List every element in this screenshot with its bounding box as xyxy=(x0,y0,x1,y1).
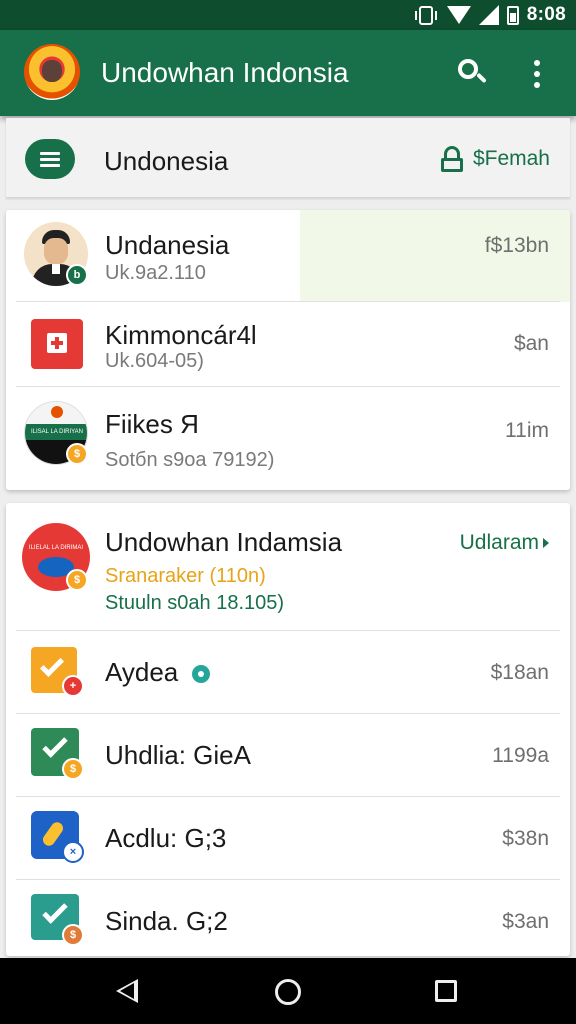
app-bar: Undowhan Indonsia xyxy=(0,30,576,116)
list-item[interactable]: ILISAL LA DIRIYAN $ Fiikes Я Sotбn s9oa … xyxy=(6,387,570,490)
filter-action-label: $Femah xyxy=(472,147,550,170)
list-item[interactable]: + Aydea $18an xyxy=(6,631,570,714)
list-item[interactable]: $ Sinda. G;2 $3an xyxy=(6,880,570,956)
item-title: Fiikes Я xyxy=(105,409,199,439)
item-amount: 11im xyxy=(505,419,549,442)
tools-badge: × xyxy=(62,841,84,863)
app-logo xyxy=(24,44,80,100)
list-item[interactable]: b Undanesia Uk.9a2.110 f$13bn xyxy=(6,210,570,302)
status-bar: 8:08 xyxy=(0,0,576,30)
transaction-list-card: ILIELAL LA DIRIMAI $ Undowhan Indamsia S… xyxy=(6,503,570,956)
medical-icon xyxy=(31,319,83,369)
item-title: Kimmoncár4l xyxy=(105,320,257,350)
menu-button[interactable] xyxy=(25,139,75,179)
search-icon xyxy=(458,59,478,79)
filter-action-button[interactable]: $Femah xyxy=(440,146,550,172)
list-item[interactable]: × Acdlu: G;3 $38n xyxy=(6,797,570,880)
item-amount: 1199a xyxy=(492,744,549,767)
item-title: Acdlu: G;3 xyxy=(105,823,227,853)
item-title: Sinda. G;2 xyxy=(105,906,228,936)
item-subtitle: Sotбn s9oa 79192) xyxy=(105,449,275,471)
item-title: Uhdlia: GieA xyxy=(105,740,251,770)
wifi-icon xyxy=(446,6,471,24)
coin-badge: $ xyxy=(66,569,88,591)
signal-icon xyxy=(478,5,499,25)
filter-title: Undonesia xyxy=(104,146,229,176)
list-item[interactable]: ILIELAL LA DIRIMAI $ Undowhan Indamsia S… xyxy=(6,503,570,631)
item-title: Undowhan Indamsia xyxy=(105,527,343,557)
item-detail: Stuuln s0ah 18.105) xyxy=(105,592,285,614)
item-subtitle: Uk.9a2.110 xyxy=(105,262,206,284)
item-title: Aydea xyxy=(105,657,179,687)
more-options-button[interactable] xyxy=(524,56,552,92)
list-item[interactable]: Kimmoncár4l Uk.604-05) $an xyxy=(6,302,570,387)
status-time: 8:08 xyxy=(526,4,566,25)
battery-icon xyxy=(506,5,519,25)
item-status: Udlaram xyxy=(460,531,549,555)
coin-badge: $ xyxy=(62,758,84,780)
back-button[interactable] xyxy=(116,979,138,1003)
system-navigation-bar xyxy=(0,958,576,1024)
item-subtitle: Sranaraker (110n) xyxy=(105,565,266,587)
filter-bar: Undonesia $Femah xyxy=(6,118,570,198)
item-amount: $an xyxy=(513,332,549,355)
item-amount: f$13bn xyxy=(484,234,549,257)
app-title: Undowhan Indonsia xyxy=(101,57,349,88)
item-subtitle: Uk.604-05) xyxy=(105,350,204,372)
online-dot-icon xyxy=(192,665,210,683)
list-item[interactable]: $ Uhdlia: GieA 1199a xyxy=(6,714,570,797)
vibrate-icon xyxy=(414,5,437,25)
search-button[interactable] xyxy=(452,54,488,90)
recent-apps-button[interactable] xyxy=(435,980,457,1002)
home-button[interactable] xyxy=(275,979,301,1005)
item-amount: $3an xyxy=(502,910,549,933)
account-list-card: b Undanesia Uk.9a2.110 f$13bn Kimmoncár4… xyxy=(6,210,570,490)
status-badge: + xyxy=(62,675,84,697)
verified-badge: b xyxy=(66,264,88,286)
lock-icon xyxy=(440,146,463,172)
coin-badge: $ xyxy=(66,443,88,465)
chevron-icon xyxy=(543,538,549,548)
coin-badge: $ xyxy=(62,924,84,946)
item-title: Undanesia xyxy=(105,230,230,260)
item-amount: $38n xyxy=(502,827,549,850)
item-amount: $18an xyxy=(490,661,549,684)
